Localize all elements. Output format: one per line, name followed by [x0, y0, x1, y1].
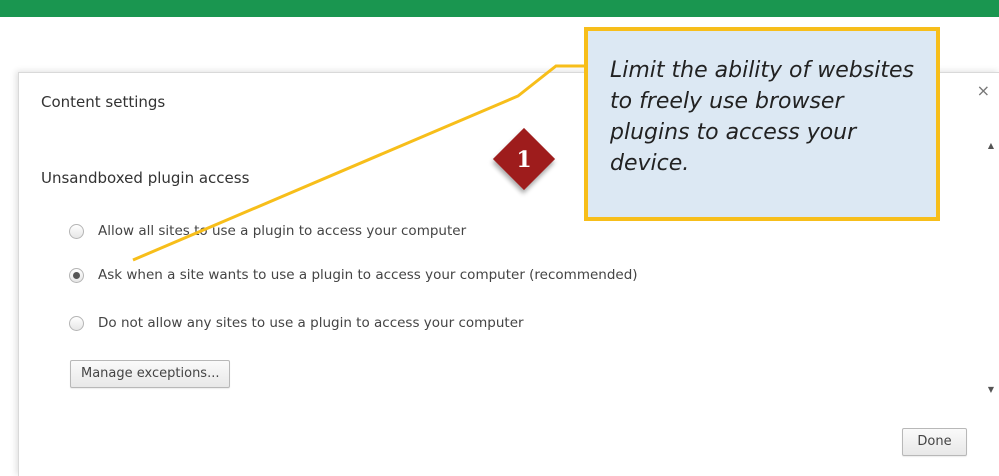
- scroll-down-icon[interactable]: ▼: [988, 385, 994, 394]
- close-icon[interactable]: ×: [977, 83, 990, 99]
- radio-button-allow-all[interactable]: [69, 223, 84, 239]
- radio-option-ask[interactable]: Ask when a site wants to use a plugin to…: [69, 267, 638, 283]
- radio-label-do-not-allow: Do not allow any sites to use a plugin t…: [98, 315, 524, 331]
- manage-exceptions-button[interactable]: Manage exceptions...: [70, 360, 231, 388]
- section-heading-unsandboxed-plugin-access: Unsandboxed plugin access: [41, 169, 250, 187]
- dialog-title: Content settings: [41, 93, 166, 111]
- scroll-up-icon[interactable]: ▲: [988, 141, 994, 150]
- radio-option-allow-all[interactable]: Allow all sites to use a plugin to acces…: [69, 223, 466, 239]
- radio-option-do-not-allow[interactable]: Do not allow any sites to use a plugin t…: [69, 315, 524, 331]
- radio-label-allow-all: Allow all sites to use a plugin to acces…: [98, 223, 467, 239]
- radio-button-ask[interactable]: [69, 267, 84, 283]
- done-button[interactable]: Done: [902, 428, 967, 456]
- radio-label-ask: Ask when a site wants to use a plugin to…: [98, 267, 638, 283]
- top-accent-bar: [0, 0, 999, 17]
- callout-text: Limit the ability of websites to freely …: [610, 58, 914, 176]
- annotation-callout: Limit the ability of websites to freely …: [584, 27, 940, 221]
- radio-button-do-not-allow[interactable]: [69, 315, 84, 331]
- step-badge: 1: [492, 127, 556, 191]
- step-badge-number: 1: [516, 147, 531, 173]
